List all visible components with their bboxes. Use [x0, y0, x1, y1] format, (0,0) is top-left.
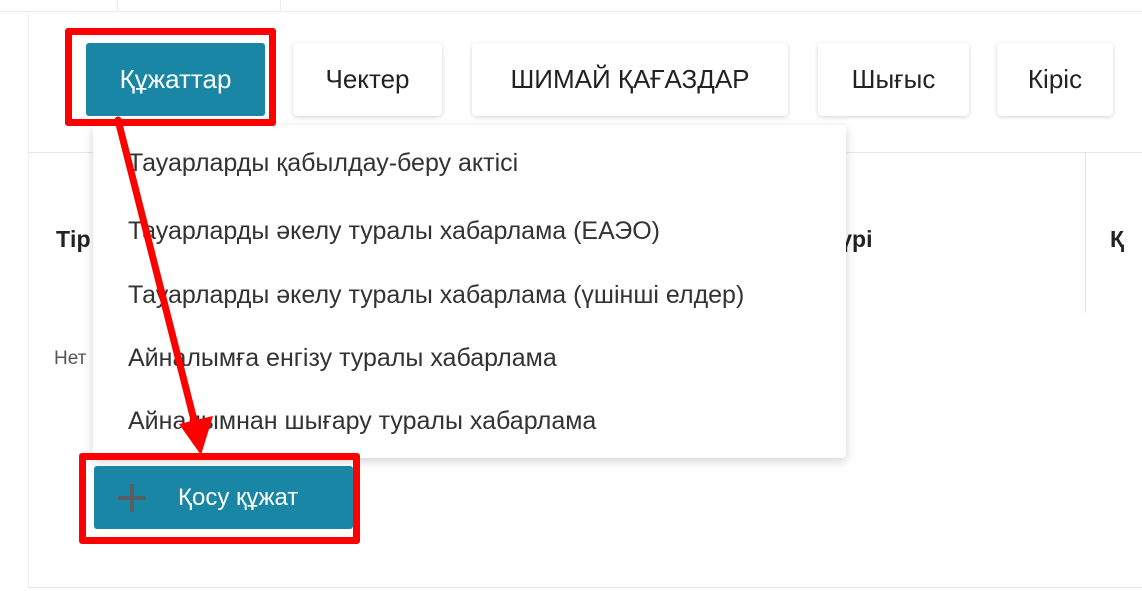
annotation-arrow	[114, 116, 213, 455]
screen: Құжаттар Чектер ШИМАЙ ҚАҒАЗДАР Шығыс Кір…	[0, 0, 1142, 591]
